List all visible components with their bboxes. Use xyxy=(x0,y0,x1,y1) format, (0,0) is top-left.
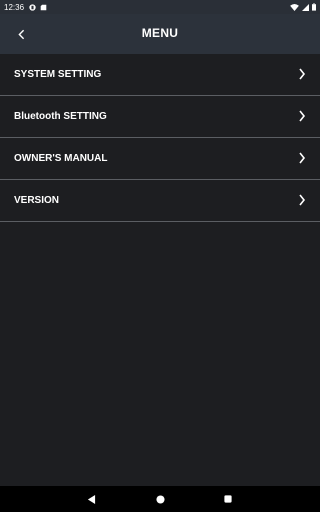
battery-icon xyxy=(312,3,316,11)
chevron-right-icon xyxy=(299,110,306,122)
menu-item-label: OWNER'S MANUAL xyxy=(14,153,108,164)
menu-item-system-setting[interactable]: SYSTEM SETTING xyxy=(0,54,320,96)
nav-recents-button[interactable] xyxy=(222,493,234,505)
app-header: MENU xyxy=(0,14,320,54)
wifi-icon xyxy=(290,3,299,11)
chevron-right-icon xyxy=(299,68,306,80)
system-nav-bar xyxy=(0,486,320,512)
chevron-right-icon xyxy=(299,194,306,206)
signal-icon xyxy=(302,3,309,11)
menu-item-version[interactable]: VERSION xyxy=(0,180,320,222)
triangle-back-icon xyxy=(87,494,95,504)
status-icons xyxy=(290,3,316,11)
menu-list: SYSTEM SETTING Bluetooth SETTING OWNER'S… xyxy=(0,54,320,222)
status-time: 12:36 xyxy=(4,2,25,12)
menu-item-label: Bluetooth SETTING xyxy=(14,111,107,122)
square-recents-icon xyxy=(224,495,232,503)
chevron-right-icon xyxy=(299,152,306,164)
circle-home-icon xyxy=(155,494,165,504)
menu-item-label: VERSION xyxy=(14,195,60,206)
nav-home-button[interactable] xyxy=(154,493,166,505)
menu-item-owners-manual[interactable]: OWNER'S MANUAL xyxy=(0,138,320,180)
menu-item-bluetooth-setting[interactable]: Bluetooth SETTING xyxy=(0,96,320,138)
page-title: MENU xyxy=(141,26,179,40)
nav-back-button[interactable] xyxy=(85,493,97,505)
notification-icon xyxy=(29,3,36,11)
sd-card-icon xyxy=(40,4,47,10)
menu-item-label: SYSTEM SETTING xyxy=(14,69,102,80)
status-bar: 12:36 xyxy=(0,0,320,14)
